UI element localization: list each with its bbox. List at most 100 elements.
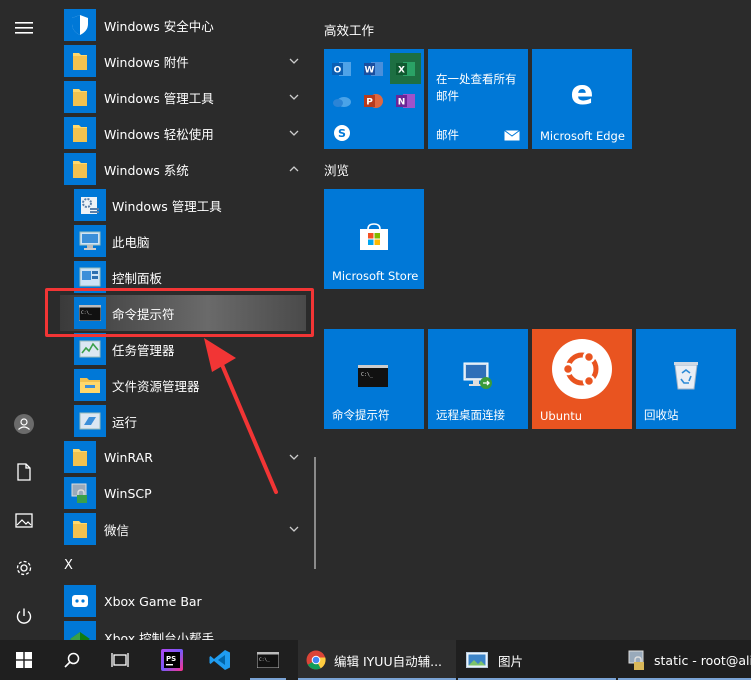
picture-icon	[15, 512, 33, 528]
task-view-icon	[111, 653, 129, 667]
taskbar-photos[interactable]: 图片	[458, 640, 616, 680]
taskbar-chrome[interactable]: 编辑 IYUU自动辅...	[298, 640, 456, 680]
tile-command-prompt[interactable]: C:\_ 命令提示符	[324, 329, 424, 429]
tile-ubuntu[interactable]: Ubuntu	[532, 329, 632, 429]
documents-button[interactable]	[0, 450, 48, 494]
app-list-label: Windows 安全中心	[104, 18, 214, 34]
app-list-folder[interactable]: Windows 附件	[56, 43, 310, 79]
section-letter-label: X	[64, 557, 73, 573]
tile-remote-desktop[interactable]: 远程桌面连接	[428, 329, 528, 429]
group-title-browse: 浏览	[324, 163, 350, 178]
tile-recycle-bin[interactable]: 回收站	[636, 329, 736, 429]
svg-text:O: O	[333, 65, 341, 75]
tile-office-apps[interactable]: O W X P N S	[324, 49, 424, 149]
chevron-down-icon	[289, 526, 299, 532]
svg-text:P: P	[366, 97, 373, 107]
search-icon	[64, 652, 80, 668]
svg-text:C:\_: C:\_	[259, 657, 270, 663]
app-list-label: Windows 管理工具	[112, 198, 222, 214]
settings-button[interactable]	[0, 546, 48, 590]
tile-edge-label: Microsoft Edge	[540, 129, 625, 143]
recycle-bin-icon	[674, 362, 698, 390]
highlight-box	[45, 288, 314, 337]
taskbar: PS C:\_ 编辑 IYUU自动辅... 图片 static - root@a…	[0, 640, 751, 680]
chevron-down-icon	[289, 130, 299, 136]
run-icon	[74, 405, 106, 437]
chrome-icon	[306, 650, 326, 670]
taskbar-chrome-label: 编辑 IYUU自动辅...	[334, 653, 443, 669]
chevron-down-icon	[289, 94, 299, 100]
app-list-folder[interactable]: 微信	[56, 511, 310, 547]
app-list-subitem[interactable]: 此电脑	[56, 223, 310, 259]
search-button[interactable]	[48, 640, 96, 680]
app-list-folder[interactable]: Windows 轻松使用	[56, 115, 310, 151]
app-list-subitem[interactable]: 文件资源管理器	[56, 367, 310, 403]
app-list-label: 文件资源管理器	[112, 378, 200, 394]
pictures-button[interactable]	[0, 498, 48, 542]
taskbar-ssh[interactable]: static - root@aliy	[618, 640, 751, 680]
power-button[interactable]	[0, 594, 48, 638]
app-list-item[interactable]: Xbox 控制台小帮手	[56, 619, 310, 640]
app-list-item[interactable]: WinSCP	[56, 475, 310, 511]
app-list-label: Xbox Game Bar	[104, 593, 202, 609]
hamburger-menu-button[interactable]	[0, 6, 48, 50]
svg-text:W: W	[364, 65, 374, 75]
app-list-subitem[interactable]: Windows 管理工具	[56, 187, 310, 223]
start-left-rail	[0, 0, 48, 640]
user-account-button[interactable]	[0, 402, 48, 446]
app-list-item[interactable]: Windows 安全中心	[56, 7, 310, 43]
taskbar-cmd[interactable]: C:\_	[246, 640, 290, 680]
app-list-label: WinRAR	[104, 449, 153, 465]
winscp-icon	[64, 477, 96, 509]
hamburger-icon	[15, 22, 33, 34]
skype-icon: S	[326, 117, 357, 148]
group-title-productivity: 高效工作	[324, 23, 375, 38]
computer-icon	[74, 225, 106, 257]
tile-rdp-label: 远程桌面连接	[436, 408, 505, 422]
tile-recycle-label: 回收站	[644, 408, 679, 422]
app-list-folder[interactable]: Windows 管理工具	[56, 79, 310, 115]
app-list-label: Xbox 控制台小帮手	[104, 630, 215, 641]
app-list-folder[interactable]: Windows 系统	[56, 151, 310, 187]
app-list-item[interactable]: Xbox Game Bar	[56, 583, 310, 619]
taskbar-photos-label: 图片	[498, 653, 524, 669]
tile-microsoft-store[interactable]: Microsoft Store	[324, 189, 424, 289]
tile-ubuntu-label: Ubuntu	[540, 409, 583, 423]
app-list-subitem[interactable]: 运行	[56, 403, 310, 439]
xbox-companion-icon	[64, 621, 96, 640]
word-icon: W	[358, 53, 389, 84]
section-letter-x[interactable]: X	[56, 547, 310, 583]
svg-text:PS: PS	[166, 655, 176, 663]
power-icon	[16, 608, 32, 624]
chevron-up-icon	[289, 166, 299, 172]
photos-icon	[466, 652, 488, 668]
task-view-button[interactable]	[96, 640, 144, 680]
excel-icon: X	[390, 53, 421, 84]
task-manager-icon	[74, 333, 106, 365]
app-list-label: 运行	[112, 414, 138, 430]
store-bag-icon	[360, 223, 388, 250]
app-list-scrollbar[interactable]	[314, 457, 316, 569]
start-button[interactable]	[0, 640, 48, 680]
tile-mail[interactable]: 在一处查看所有邮件 邮件	[428, 49, 528, 149]
app-list-label: Windows 轻松使用	[104, 126, 214, 142]
onenote-icon: N	[390, 85, 421, 116]
folder-icon	[64, 441, 96, 473]
app-list-folder[interactable]: WinRAR	[56, 439, 310, 475]
taskbar-phpstorm[interactable]: PS	[150, 640, 194, 680]
user-avatar-icon	[14, 414, 34, 434]
mail-envelope-icon	[504, 130, 520, 141]
app-list-label: 任务管理器	[112, 342, 175, 358]
svg-text:e: e	[570, 77, 593, 109]
taskbar-vscode[interactable]	[198, 640, 242, 680]
svg-text:S: S	[338, 127, 346, 140]
tile-microsoft-edge[interactable]: e Microsoft Edge	[532, 49, 632, 149]
xbox-icon	[64, 585, 96, 617]
file-explorer-icon	[74, 369, 106, 401]
remote-desktop-icon	[463, 362, 492, 389]
vscode-icon	[209, 650, 230, 670]
phpstorm-icon: PS	[161, 649, 183, 671]
app-list-label: 控制面板	[112, 270, 163, 286]
admin-tools-icon	[74, 189, 106, 221]
ubuntu-logo-icon	[552, 339, 612, 399]
